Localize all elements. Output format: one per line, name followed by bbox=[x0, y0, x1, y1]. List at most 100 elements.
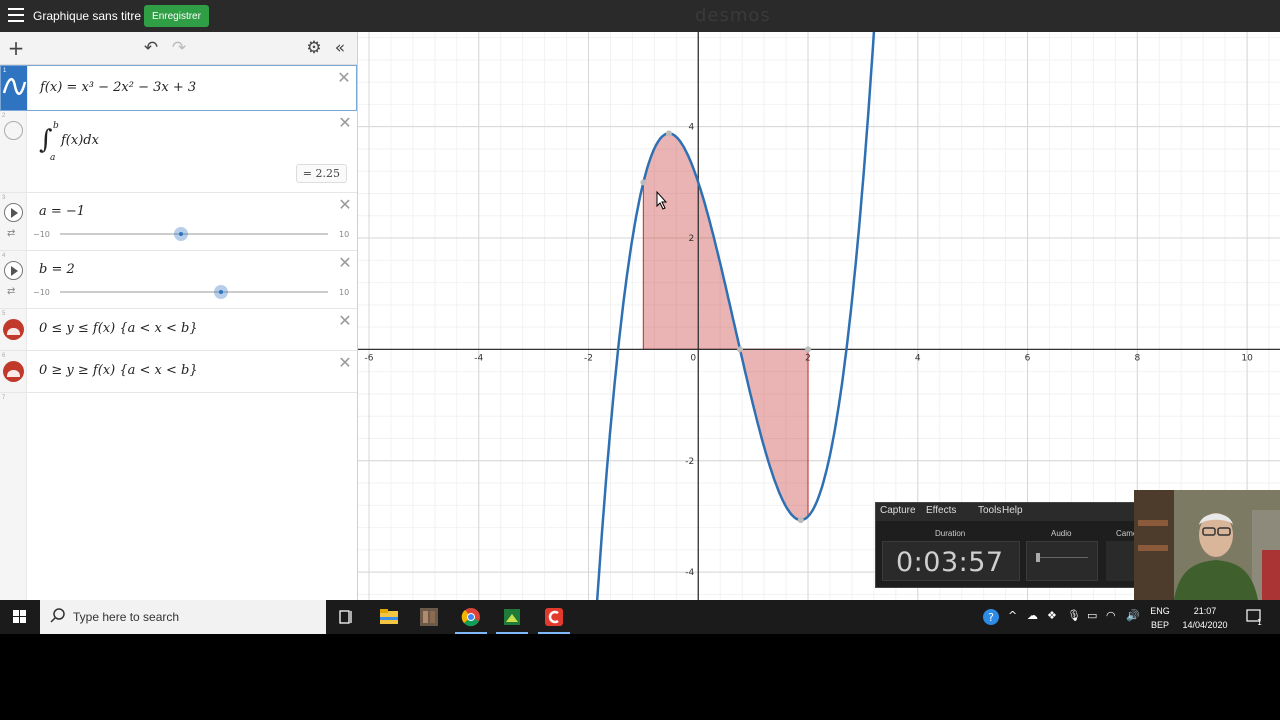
expression-row[interactable]: 1 f(x) = x³ − 2x² − 3x + 3 ✕ bbox=[0, 65, 357, 111]
y-tick-label: 2 bbox=[689, 234, 695, 244]
hidden-toggle-icon[interactable] bbox=[4, 121, 23, 140]
x-tick-label: 10 bbox=[1241, 353, 1253, 363]
gear-icon[interactable]: ⚙ bbox=[304, 38, 324, 58]
expression-input[interactable]: b = 2 bbox=[39, 262, 75, 277]
expression-input[interactable]: f(x) = x³ − 2x² − 3x + 3 bbox=[40, 80, 196, 95]
notifications-icon[interactable]: 1 bbox=[1245, 607, 1263, 630]
cloud-icon[interactable]: ☁ bbox=[1027, 609, 1038, 622]
shaded-region-icon[interactable] bbox=[3, 319, 24, 340]
slider-thumb[interactable] bbox=[213, 285, 228, 299]
point-of-interest bbox=[737, 346, 744, 353]
expression-index: 5 bbox=[2, 311, 6, 317]
delete-expression-icon[interactable]: ✕ bbox=[338, 255, 352, 271]
slider-thumb[interactable] bbox=[173, 227, 188, 241]
clock-date: 14/04/2020 bbox=[1182, 620, 1228, 630]
expression-index: 2 bbox=[2, 113, 6, 119]
chevron-up-icon[interactable]: ^ bbox=[1008, 609, 1017, 622]
expression-row[interactable]: 4 ⇄ b = 2 ✕ −10 10 bbox=[0, 251, 357, 309]
webcam-person-image bbox=[1134, 490, 1280, 600]
svg-text:?: ? bbox=[988, 611, 994, 624]
camtasia-icon[interactable] bbox=[534, 600, 574, 634]
microphone-icon[interactable]: 🎙 bbox=[1067, 609, 1081, 622]
save-button[interactable]: Enregistrer bbox=[144, 5, 209, 27]
taskbar-clock[interactable]: 21:07 14/04/2020 bbox=[1176, 604, 1234, 632]
expression-row[interactable]: 2 ∫ b a f(x)dx ✕ = 2.25 bbox=[0, 111, 357, 193]
expression-gutter: 7 bbox=[0, 393, 27, 600]
expression-row[interactable]: 5 0 ≤ y ≤ f(x) {a < x < b} ✕ bbox=[0, 309, 357, 351]
empty-expression-row[interactable]: 7 bbox=[0, 393, 357, 600]
dropbox-icon[interactable]: ❖ bbox=[1047, 609, 1057, 622]
x-tick-label: 0 bbox=[690, 353, 696, 363]
x-tick-label: -6 bbox=[364, 353, 373, 363]
integrand: f(x)dx bbox=[61, 133, 99, 148]
svg-text:1: 1 bbox=[1257, 618, 1262, 627]
slider-min[interactable]: −10 bbox=[33, 230, 50, 239]
redo-icon[interactable]: ↷ bbox=[169, 38, 189, 58]
undo-icon[interactable]: ↶ bbox=[141, 38, 161, 58]
expression-row[interactable]: 6 0 ≥ y ≥ f(x) {a < x < b} ✕ bbox=[0, 351, 357, 393]
slider-min[interactable]: −10 bbox=[33, 288, 50, 297]
sheet-app-icon[interactable] bbox=[492, 600, 532, 634]
expression-gutter: 4 ⇄ bbox=[0, 251, 27, 308]
recorder-menu-capture[interactable]: Capture bbox=[880, 505, 916, 516]
expression-index: 1 bbox=[3, 68, 7, 74]
top-bar: Graphique sans titre Enregistrer desmos bbox=[0, 0, 1280, 32]
help-icon[interactable]: ? bbox=[982, 608, 1000, 629]
volume-icon[interactable]: 🔊 bbox=[1126, 609, 1140, 622]
slider-track[interactable] bbox=[60, 285, 328, 299]
expression-row[interactable]: 3 ⇄ a = −1 ✕ −10 10 bbox=[0, 193, 357, 251]
expression-input[interactable]: 0 ≤ y ≤ f(x) {a < x < b} bbox=[39, 321, 198, 336]
integral-sign: ∫ bbox=[39, 125, 53, 155]
point-of-interest bbox=[805, 346, 812, 353]
recording-duration: 0:03:57 bbox=[896, 547, 1004, 578]
recorder-menu-effects[interactable]: Effects bbox=[926, 505, 956, 516]
windows-start-icon[interactable] bbox=[0, 600, 40, 634]
task-view-icon[interactable] bbox=[326, 600, 366, 634]
y-tick-label: -2 bbox=[685, 457, 694, 467]
y-tick-label: -4 bbox=[685, 568, 694, 578]
expression-input[interactable]: 0 ≥ y ≥ f(x) {a < x < b} bbox=[39, 363, 198, 378]
recorder-menu-help[interactable]: Help bbox=[1002, 505, 1023, 516]
camera-preview-thumb[interactable] bbox=[1106, 541, 1136, 581]
delete-expression-icon[interactable]: ✕ bbox=[338, 355, 352, 371]
expression-gutter: 3 ⇄ bbox=[0, 193, 27, 250]
x-tick-label: 6 bbox=[1025, 353, 1031, 363]
language-indicator[interactable]: ENG BEP bbox=[1150, 604, 1170, 632]
integral-result: = 2.25 bbox=[295, 164, 347, 183]
expression-input[interactable]: a = −1 bbox=[39, 204, 85, 219]
recorder-menu-tools[interactable]: Tools bbox=[978, 505, 1001, 516]
wifi-icon[interactable]: ◠ bbox=[1106, 609, 1116, 622]
play-slider-button[interactable] bbox=[4, 261, 23, 280]
loop-icon[interactable]: ⇄ bbox=[7, 228, 15, 239]
chrome-icon[interactable] bbox=[451, 600, 491, 634]
expression-list: + ↶ ↷ ⚙ « 1 f(x) = x³ − 2x² − 3x + 3 ✕ 2 bbox=[0, 32, 358, 600]
y-tick-label: 4 bbox=[689, 123, 695, 133]
audio-level-slider[interactable] bbox=[1036, 553, 1088, 565]
delete-expression-icon[interactable]: ✕ bbox=[338, 197, 352, 213]
collapse-panel-icon[interactable]: « bbox=[330, 38, 350, 58]
delete-expression-icon[interactable]: ✕ bbox=[337, 70, 351, 86]
file-explorer-icon[interactable] bbox=[369, 600, 409, 634]
slider-track[interactable] bbox=[60, 227, 328, 241]
slider-max[interactable]: 10 bbox=[339, 288, 349, 297]
photos-app-icon[interactable] bbox=[409, 600, 449, 634]
battery-icon[interactable]: ▭ bbox=[1087, 609, 1097, 622]
point-of-interest bbox=[665, 130, 672, 137]
graph-title[interactable]: Graphique sans titre bbox=[33, 9, 141, 23]
expression-index: 4 bbox=[2, 253, 6, 259]
delete-expression-icon[interactable]: ✕ bbox=[338, 313, 352, 329]
taskbar-search-input[interactable]: Type here to search bbox=[40, 600, 326, 634]
duration-label: Duration bbox=[935, 529, 966, 538]
menu-icon[interactable] bbox=[8, 8, 24, 22]
add-icon[interactable]: + bbox=[6, 38, 26, 58]
play-slider-button[interactable] bbox=[4, 203, 23, 222]
expression-gutter: 6 bbox=[0, 351, 27, 392]
slider-max[interactable]: 10 bbox=[339, 230, 349, 239]
expression-index: 6 bbox=[2, 353, 6, 359]
loop-icon[interactable]: ⇄ bbox=[7, 286, 15, 297]
expression-toolbar: + ↶ ↷ ⚙ « bbox=[0, 32, 357, 65]
integral-upper-bound: b bbox=[53, 121, 59, 131]
x-tick-label: -4 bbox=[474, 353, 483, 363]
delete-expression-icon[interactable]: ✕ bbox=[338, 115, 352, 131]
shaded-region-icon[interactable] bbox=[3, 361, 24, 382]
